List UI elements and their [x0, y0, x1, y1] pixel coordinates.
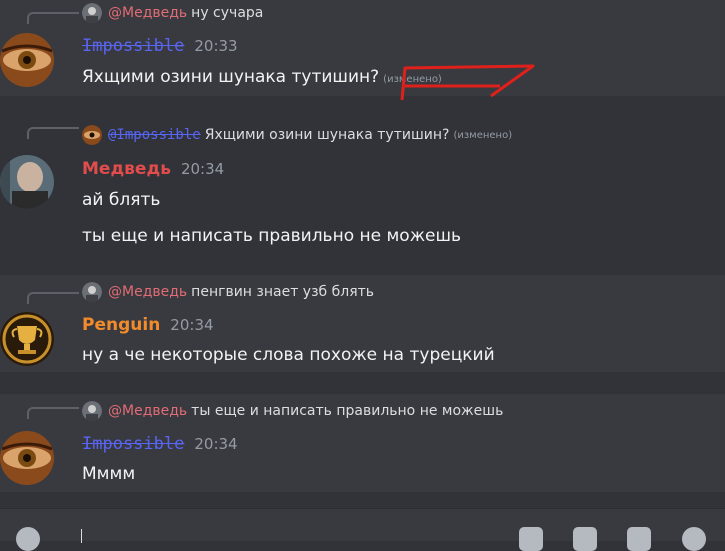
- avatar[interactable]: [0, 431, 54, 485]
- reply-avatar: [82, 401, 102, 421]
- message-header: Медведь 20:34: [82, 159, 224, 179]
- message-header: Impossible 20:34: [82, 434, 238, 454]
- reply-preview[interactable]: @Медведь ты еще и написать правильно не …: [82, 400, 503, 422]
- message-3: @Медведь пенгвин знает узб блять Penguin…: [0, 275, 725, 372]
- reply-avatar: [82, 125, 102, 145]
- text-caret: [81, 529, 82, 543]
- reply-preview[interactable]: @Impossible Яхщими озини шунака тутишин?…: [82, 124, 512, 146]
- timestamp: 20:33: [194, 37, 238, 55]
- reply-mention[interactable]: @Impossible: [108, 127, 201, 143]
- red-annotation: [400, 64, 535, 101]
- message-text: Мммм: [82, 464, 136, 484]
- sticker-icon[interactable]: [627, 527, 651, 551]
- message-1: @Медведь ну сучара Impossible 20:33 Яхщи…: [0, 0, 725, 101]
- username[interactable]: Penguin: [82, 315, 160, 335]
- edited-label: (изменено): [453, 129, 513, 141]
- message-text: Яхщими озини шунака тутишин? (изменено): [82, 67, 442, 87]
- message-text: ну а че некоторые слова похоже на турецк…: [82, 345, 495, 365]
- timestamp: 20:34: [180, 160, 225, 178]
- emoji-icon[interactable]: [682, 527, 706, 551]
- reply-avatar: [82, 282, 102, 302]
- reply-spine: [27, 292, 79, 304]
- reply-mention[interactable]: @Медведь: [108, 5, 187, 21]
- plus-icon[interactable]: [16, 527, 40, 551]
- reply-avatar: [82, 3, 102, 23]
- reply-mention[interactable]: @Медведь: [108, 403, 187, 419]
- reply-text: ну сучара: [191, 5, 264, 21]
- avatar[interactable]: [0, 155, 54, 209]
- message-composer[interactable]: [0, 508, 725, 551]
- gift-icon[interactable]: [519, 527, 543, 551]
- timestamp: 20:34: [194, 435, 238, 453]
- message-2: @Impossible Яхщими озини шунака тутишин?…: [0, 117, 725, 252]
- reply-text: пенгвин знает узб блять: [191, 284, 375, 300]
- reply-spine: [27, 127, 79, 139]
- reply-text: ты еще и написать правильно не можешь: [191, 403, 504, 419]
- username[interactable]: Impossible: [82, 434, 184, 454]
- timestamp: 20:34: [170, 316, 214, 334]
- message-text: ай блять: [82, 190, 161, 210]
- reply-text: Яхщими озини шунака тутишин?: [204, 127, 450, 143]
- message-header: Penguin 20:34: [82, 315, 214, 335]
- reply-mention[interactable]: @Медведь: [108, 284, 187, 300]
- reply-preview[interactable]: @Медведь ну сучара: [82, 2, 263, 24]
- message-4: @Медведь ты еще и написать правильно не …: [0, 394, 725, 492]
- avatar[interactable]: [0, 33, 54, 87]
- username[interactable]: Impossible: [82, 36, 184, 56]
- reply-preview[interactable]: @Медведь пенгвин знает узб блять: [82, 281, 374, 303]
- reply-spine: [27, 407, 79, 419]
- avatar[interactable]: [0, 312, 54, 366]
- message-text: ты еще и написать правильно не можешь: [82, 226, 462, 246]
- username[interactable]: Медведь: [82, 159, 171, 179]
- message-header: Impossible 20:33: [82, 36, 238, 56]
- gif-icon[interactable]: [573, 527, 597, 551]
- reply-spine: [27, 12, 79, 24]
